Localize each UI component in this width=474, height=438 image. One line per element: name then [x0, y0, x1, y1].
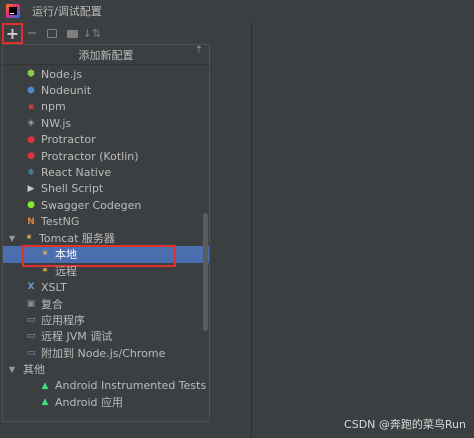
android-icon: ▲ [41, 397, 49, 407]
config-type-item[interactable]: ✶ 远程 [3, 263, 209, 279]
config-type-item[interactable]: ▪ npm [3, 99, 209, 115]
config-type-item[interactable]: ▣ 复合 [3, 295, 209, 311]
config-type-label: NW.js [41, 116, 72, 130]
application-icon: ▭ [26, 315, 36, 326]
add-new-configuration-popup: 添加新配置 ⇡ ⬢ Node.js ⬢ Nodeunit ▪ npm ◈ NW.js ● Prot… [2, 44, 210, 422]
config-type-label: Android Instrumented Tests [55, 379, 207, 393]
shell-script-icon: ▶ [27, 183, 35, 194]
config-type-item[interactable]: ▭ 附加到 Node.js/Chrome [3, 345, 209, 361]
xslt-icon: X [27, 282, 35, 293]
config-type-label: Swagger Codegen [41, 198, 142, 212]
config-type-label: Android 应用 [55, 396, 124, 409]
collapse-all-icon[interactable]: ⇡ [194, 46, 204, 61]
config-type-item[interactable]: ▼ 其他 [3, 361, 209, 377]
config-type-label: 复合 [41, 297, 63, 311]
config-type-label: 附加到 Node.js/Chrome [41, 346, 166, 360]
popup-header: 添加新配置 ⇡ [3, 45, 209, 65]
swagger-icon: ● [27, 200, 35, 211]
config-type-item[interactable]: ▲ Android Instrumented Tests [3, 377, 209, 393]
move-to-folder-button[interactable] [62, 23, 82, 43]
config-type-item[interactable]: N TestNG [3, 214, 209, 230]
protractor-icon: ● [27, 134, 35, 145]
config-type-item[interactable]: ● Protractor (Kotlin) [3, 148, 209, 164]
compound-icon: ▣ [26, 298, 36, 309]
copy-configuration-button[interactable] [42, 23, 62, 43]
config-type-label: npm [41, 100, 66, 114]
intellij-logo-icon [6, 4, 20, 18]
testng-icon: N [27, 216, 35, 227]
config-type-item[interactable]: ▭ 应用程序 [3, 312, 209, 328]
tomcat-icon: ✶ [25, 233, 33, 244]
config-type-label: Protractor [41, 133, 96, 147]
config-type-item[interactable]: ▲ Android 应用 [3, 394, 209, 410]
config-type-label: 本地 [55, 248, 77, 262]
remote-jvm-debug-icon: ▭ [26, 331, 36, 342]
config-type-label: Node.js [41, 67, 82, 81]
config-type-item[interactable]: ✶ 本地 [3, 245, 209, 268]
nodejs-icon: ⬢ [27, 69, 35, 80]
config-type-label: Tomcat 服务器 [39, 232, 115, 246]
expand-arrow-icon[interactable]: ▼ [9, 365, 19, 374]
config-type-item[interactable]: ▭ 远程 JVM 调试 [3, 328, 209, 344]
tomcat-icon: ✶ [41, 249, 49, 260]
configurations-toolbar: + − ↓⇅ [0, 22, 252, 44]
add-configuration-button[interactable]: + [2, 22, 23, 44]
configuration-type-list: ⬢ Node.js ⬢ Nodeunit ▪ npm ◈ NW.js ● Protractor ● P… [3, 66, 209, 410]
popup-scrollbar[interactable] [203, 213, 208, 331]
config-type-label: XSLT [41, 280, 67, 294]
protractor-icon: ● [27, 151, 35, 162]
config-type-item[interactable]: ● Swagger Codegen [3, 197, 209, 213]
config-type-item[interactable]: ▼ ✶ Tomcat 服务器 [3, 230, 209, 246]
nodeunit-icon: ⬢ [27, 85, 35, 96]
copy-icon [47, 28, 57, 38]
popup-title: 添加新配置 [78, 48, 134, 62]
configurations-panel: + − ↓⇅ 添加新配置 ⇡ ⬢ Node.js ⬢ Nodeunit ▪ npm ◈ NW.… [0, 22, 252, 438]
configuration-details-panel [253, 22, 474, 438]
config-type-item[interactable]: ⬢ Nodeunit [3, 82, 209, 98]
expand-arrow-icon[interactable]: ▼ [9, 234, 19, 243]
android-icon: ▲ [41, 380, 49, 391]
config-type-item[interactable]: ⚛ React Native [3, 164, 209, 180]
config-type-item[interactable]: X XSLT [3, 279, 209, 295]
config-type-label: Nodeunit [41, 84, 92, 98]
config-type-item[interactable]: ▶ Shell Script [3, 181, 209, 197]
config-type-item[interactable]: ◈ NW.js [3, 115, 209, 131]
config-type-label: 远程 [55, 264, 77, 278]
config-type-item[interactable]: ⬢ Node.js [3, 66, 209, 82]
watermark: CSDN @奔跑的菜鸟Run [344, 418, 466, 431]
sort-configurations-button[interactable]: ↓⇅ [82, 23, 102, 43]
attach-nodejs-icon: ▭ [26, 347, 36, 358]
window-title: 运行/调试配置 [32, 5, 102, 18]
nwjs-icon: ◈ [27, 118, 35, 129]
config-type-label: TestNG [41, 215, 80, 229]
config-type-label: 远程 JVM 调试 [41, 330, 113, 344]
folder-icon [66, 30, 78, 38]
tomcat-icon: ✶ [41, 265, 49, 276]
npm-icon: ▪ [27, 101, 35, 112]
config-type-label: Protractor (Kotlin) [41, 149, 139, 163]
react-icon: ⚛ [26, 167, 36, 178]
config-type-label: 其他 [23, 363, 45, 377]
remove-configuration-button[interactable]: − [22, 23, 42, 43]
config-type-label: 应用程序 [41, 314, 85, 328]
sort-icon: ↓⇅ [82, 26, 102, 40]
config-type-label: React Native [41, 166, 112, 180]
config-type-label: Shell Script [41, 182, 104, 196]
title-bar: 运行/调试配置 [0, 0, 474, 22]
config-type-item[interactable]: ● Protractor [3, 132, 209, 148]
